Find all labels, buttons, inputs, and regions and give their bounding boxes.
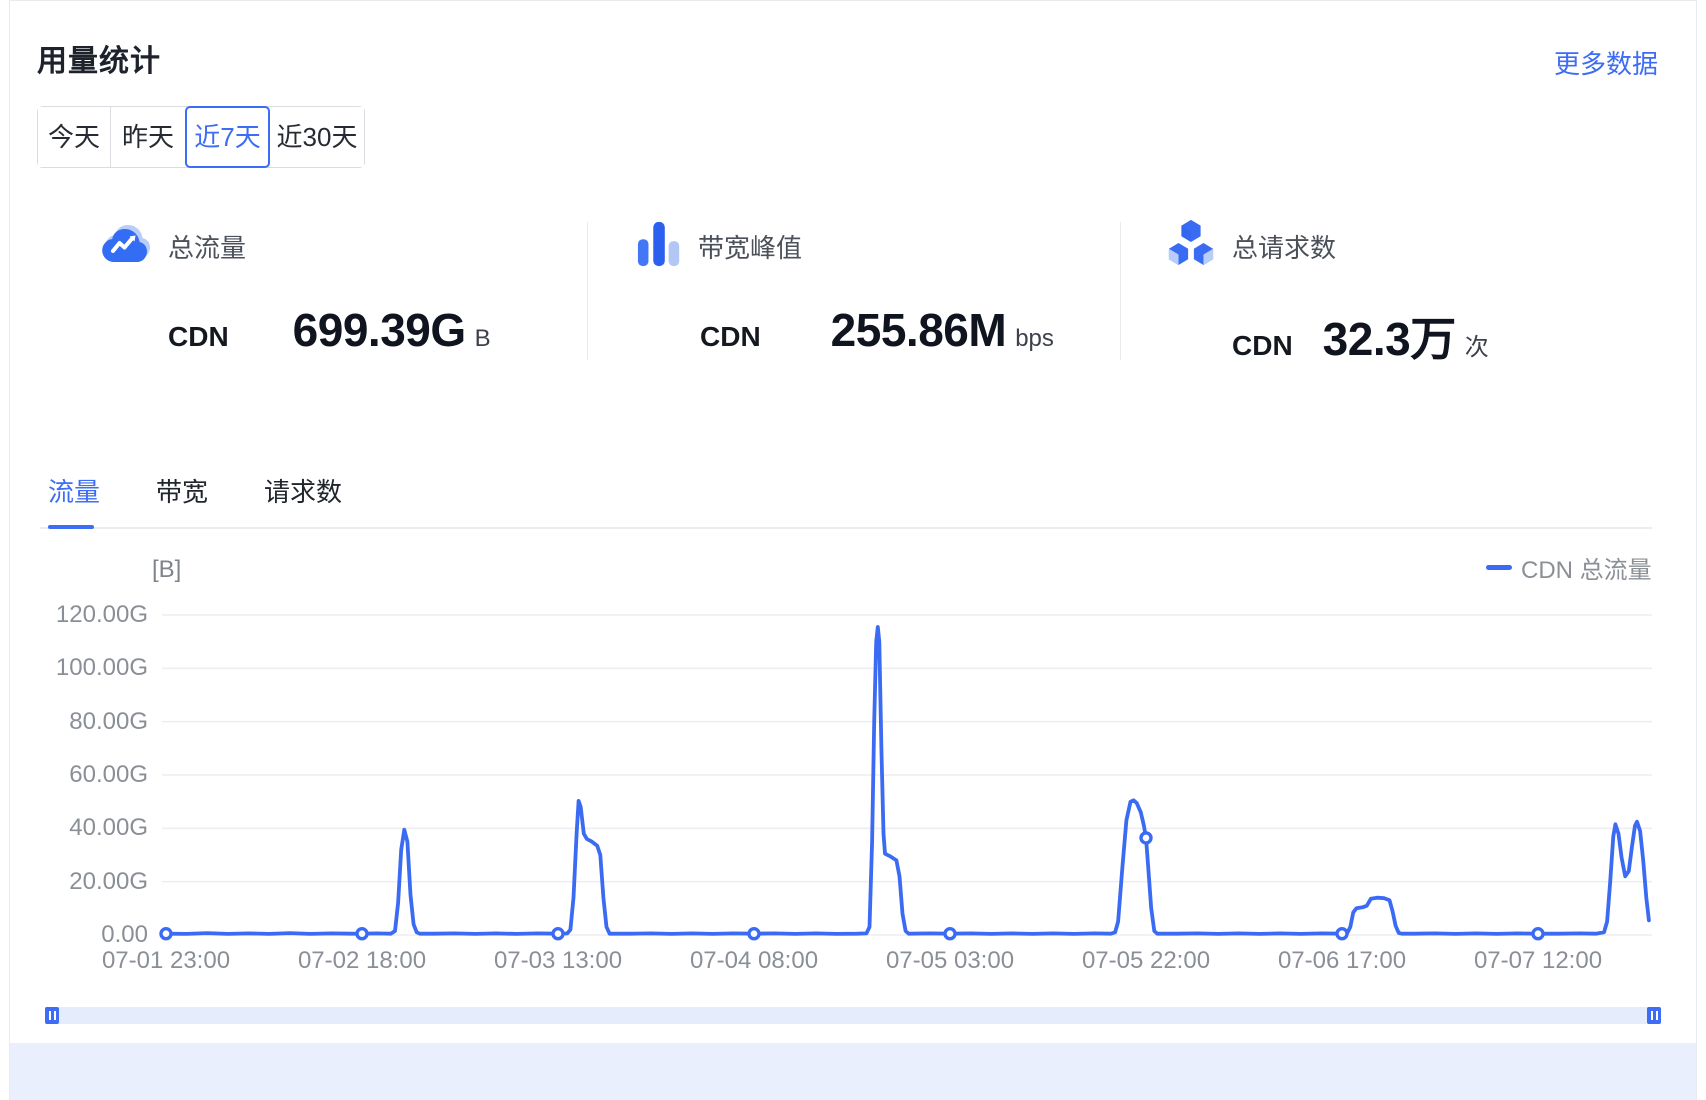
x-axis-label: 07-01 23:00 [76, 946, 256, 976]
data-point-marker [357, 929, 367, 939]
datazoom-left-handle[interactable] [45, 1007, 59, 1024]
x-axis-label: 07-05 03:00 [860, 946, 1040, 976]
data-point-marker [1141, 833, 1151, 843]
x-axis-label: 07-04 08:00 [664, 946, 844, 976]
data-point-marker [1337, 929, 1347, 939]
series-line [166, 627, 1649, 934]
data-point-marker [945, 929, 955, 939]
x-axis-label: 07-07 12:00 [1448, 946, 1628, 976]
tab-last-7-days[interactable]: 近7天 [185, 106, 270, 168]
datazoom-right-handle[interactable] [1647, 1007, 1661, 1024]
data-point-marker [749, 929, 759, 939]
data-point-marker [161, 929, 171, 939]
y-axis-label: 100.00G [28, 653, 148, 683]
y-axis-label: 60.00G [28, 760, 148, 790]
y-axis-label: 40.00G [28, 813, 148, 843]
x-axis-label: 07-05 22:00 [1056, 946, 1236, 976]
y-axis-label: 120.00G [28, 600, 148, 630]
datazoom-track[interactable] [45, 1007, 1661, 1024]
data-point-marker [1533, 929, 1543, 939]
active-tab-underline [48, 525, 94, 529]
data-point-marker [553, 929, 563, 939]
x-axis-label: 07-02 18:00 [272, 946, 452, 976]
datazoom-preview-band[interactable] [10, 1043, 1696, 1100]
x-axis-label: 07-06 17:00 [1252, 946, 1432, 976]
y-axis-label: 80.00G [28, 707, 148, 737]
x-axis-label: 07-03 13:00 [468, 946, 648, 976]
y-axis-label: 20.00G [28, 867, 148, 897]
